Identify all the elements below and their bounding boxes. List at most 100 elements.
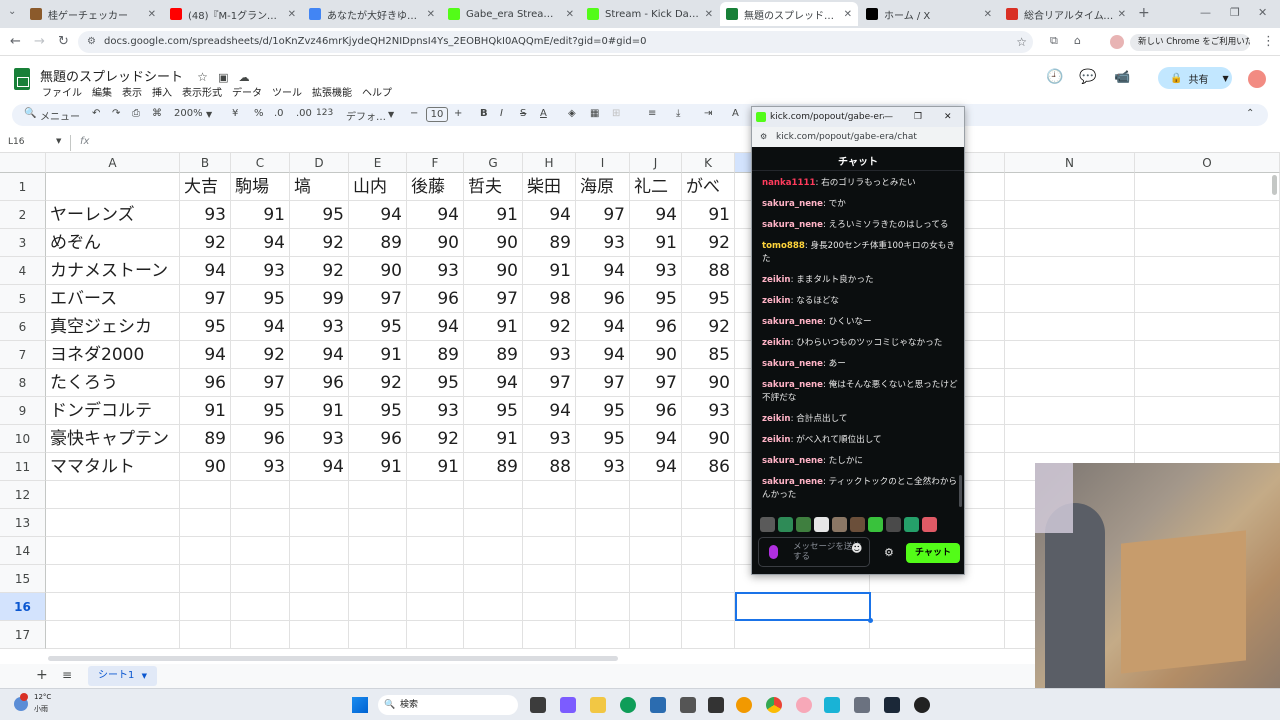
text-rotation-icon[interactable]: A — [732, 108, 739, 119]
tab-close-icon[interactable]: ✕ — [984, 9, 992, 20]
fill-handle[interactable] — [868, 618, 873, 623]
formula-input[interactable] — [100, 135, 1260, 151]
column-header[interactable]: I — [576, 153, 630, 173]
emote-icon[interactable] — [868, 517, 883, 532]
grid-cell[interactable]: 93 — [682, 397, 735, 425]
account-avatar[interactable] — [1248, 70, 1266, 88]
grid-cell[interactable] — [180, 593, 231, 621]
grid-cell[interactable] — [630, 509, 682, 537]
app-icon-2[interactable] — [708, 697, 724, 713]
sheet-tab-chevron-icon[interactable]: ▼ — [142, 672, 147, 680]
horizontal-scrollbar[interactable] — [48, 656, 618, 661]
tab-close-icon[interactable]: ✕ — [148, 9, 156, 20]
chrome-icon[interactable] — [766, 697, 782, 713]
grid-cell[interactable]: 99 — [290, 285, 349, 313]
row-header[interactable]: 10 — [0, 425, 46, 453]
name-box[interactable]: L16 — [8, 137, 24, 147]
grid-cell[interactable] — [1005, 173, 1135, 201]
grid-cell[interactable] — [870, 593, 1005, 621]
row-header[interactable]: 7 — [0, 341, 46, 369]
close-window-icon[interactable]: ✕ — [1258, 6, 1267, 19]
tab-close-icon[interactable]: ✕ — [705, 9, 713, 20]
grid-cell[interactable]: 92 — [407, 425, 464, 453]
popout-close-icon[interactable]: ✕ — [944, 107, 952, 127]
grid-cell[interactable] — [682, 509, 735, 537]
grid-cell[interactable]: 94 — [407, 313, 464, 341]
grid-cell[interactable]: 94 — [576, 313, 630, 341]
grid-cell[interactable] — [1005, 369, 1135, 397]
grid-cell[interactable]: 94 — [349, 201, 407, 229]
grid-cell[interactable]: 89 — [349, 229, 407, 257]
grid-cell[interactable]: 94 — [180, 341, 231, 369]
grid-cell[interactable]: 98 — [523, 285, 576, 313]
copilot-icon[interactable] — [560, 697, 576, 713]
sheet-tab[interactable]: シート1 ▼ — [88, 666, 157, 686]
chat-username[interactable]: sakura_nene — [762, 477, 823, 487]
column-header[interactable]: N — [1005, 153, 1135, 173]
grid-cell[interactable] — [231, 509, 290, 537]
grid-cell[interactable] — [523, 565, 576, 593]
grid-cell[interactable]: 91 — [349, 453, 407, 481]
chat-username[interactable]: sakura_nene — [762, 220, 823, 230]
grid-cell[interactable] — [290, 621, 349, 649]
column-header[interactable]: F — [407, 153, 464, 173]
grid-cell[interactable]: 88 — [523, 453, 576, 481]
obs-icon[interactable] — [914, 697, 930, 713]
grid-cell[interactable]: 96 — [630, 397, 682, 425]
all-sheets-icon[interactable]: ≡ — [62, 668, 72, 682]
fill-color-icon[interactable]: ◈ — [568, 108, 576, 119]
store-icon[interactable] — [650, 697, 666, 713]
menu-item[interactable]: 表示形式 — [182, 84, 222, 99]
select-all-corner[interactable] — [0, 153, 46, 173]
grid-cell[interactable] — [349, 565, 407, 593]
grid-cell[interactable] — [180, 621, 231, 649]
text-color-icon[interactable]: A — [540, 108, 547, 119]
column-header[interactable]: D — [290, 153, 349, 173]
grid-cell[interactable] — [630, 593, 682, 621]
grid-cell[interactable]: 97 — [523, 369, 576, 397]
grid-cell[interactable] — [523, 537, 576, 565]
column-header[interactable]: B — [180, 153, 231, 173]
grid-cell[interactable]: 96 — [576, 285, 630, 313]
grid-cell[interactable]: 93 — [523, 341, 576, 369]
grid-cell[interactable] — [682, 593, 735, 621]
undo-icon[interactable]: ↶ — [92, 108, 100, 119]
grid-cell[interactable]: 92 — [349, 369, 407, 397]
grid-cell[interactable]: 海原 — [576, 173, 630, 201]
grid-cell[interactable]: 大吉 — [180, 173, 231, 201]
grid-cell[interactable]: 95 — [630, 285, 682, 313]
tab-close-icon[interactable]: ✕ — [844, 9, 852, 20]
menu-item[interactable]: ツール — [272, 84, 302, 99]
grid-cell[interactable]: 95 — [180, 313, 231, 341]
grid-cell[interactable]: 93 — [523, 425, 576, 453]
print-icon[interactable]: ⎙ — [132, 108, 140, 119]
grid-cell[interactable]: ドンデコルテ — [46, 397, 180, 425]
grid-cell[interactable]: 91 — [464, 201, 523, 229]
grid-cell[interactable]: 90 — [464, 229, 523, 257]
grid-cell[interactable] — [464, 593, 523, 621]
grid-cell[interactable]: 92 — [682, 313, 735, 341]
column-header[interactable]: E — [349, 153, 407, 173]
tab-close-icon[interactable]: ✕ — [288, 9, 296, 20]
chat-settings-gear-icon[interactable]: ⚙ — [884, 546, 894, 559]
row-header[interactable]: 2 — [0, 201, 46, 229]
grid-cell[interactable]: 95 — [349, 313, 407, 341]
grid-cell[interactable]: 91 — [464, 313, 523, 341]
grid-cell[interactable] — [407, 537, 464, 565]
decrease-decimal-button[interactable]: .0 — [274, 108, 284, 119]
chat-username[interactable]: zeikin — [762, 275, 791, 285]
grid-cell[interactable] — [1005, 397, 1135, 425]
chat-username[interactable]: nanka1111 — [762, 178, 815, 188]
grid-cell[interactable] — [290, 565, 349, 593]
minimize-icon[interactable]: — — [1200, 6, 1211, 19]
emote-icon[interactable] — [904, 517, 919, 532]
menu-item[interactable]: ヘルプ — [362, 84, 392, 99]
grid-cell[interactable]: 96 — [231, 425, 290, 453]
grid-cell[interactable]: 95 — [576, 397, 630, 425]
grid-cell[interactable]: 94 — [630, 201, 682, 229]
grid-cell[interactable] — [1135, 229, 1280, 257]
grid-cell[interactable] — [349, 481, 407, 509]
row-header[interactable]: 6 — [0, 313, 46, 341]
grid-cell[interactable]: 92 — [523, 313, 576, 341]
grid-cell[interactable] — [1135, 257, 1280, 285]
